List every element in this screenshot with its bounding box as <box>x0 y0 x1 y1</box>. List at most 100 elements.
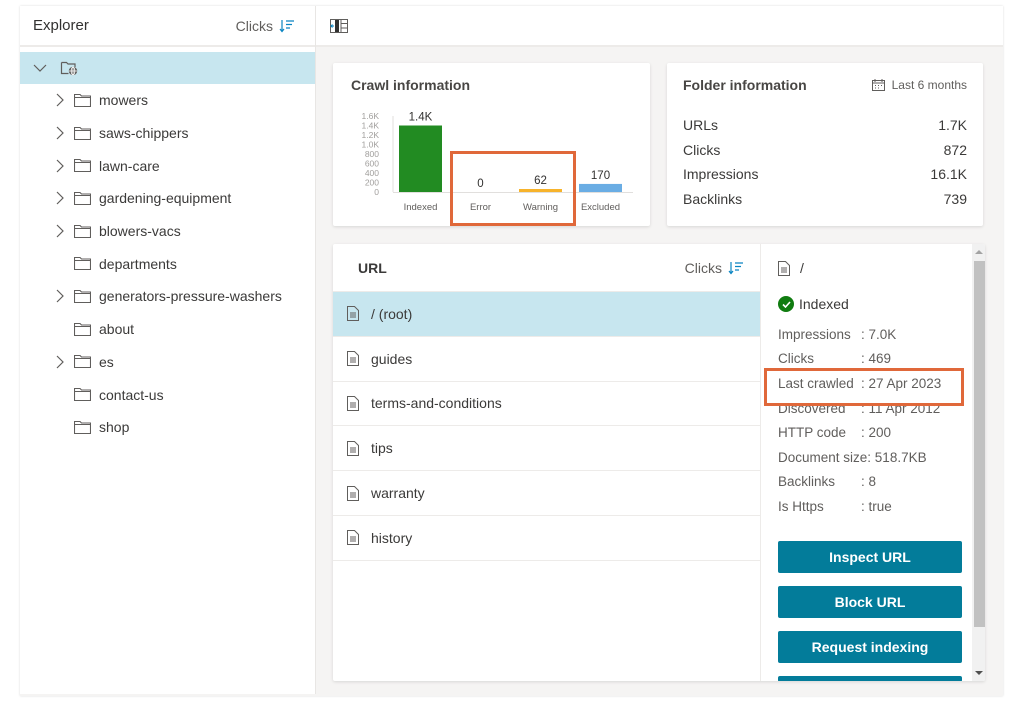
explorer-sort-button[interactable]: Clicks <box>236 18 295 34</box>
index-status: Indexed <box>778 296 972 312</box>
y-tick-label: 0 <box>374 187 379 197</box>
bar-value-label: 1.4K <box>409 112 433 124</box>
tree-item[interactable]: about <box>20 313 315 346</box>
tree-item[interactable]: gardening-equipment <box>20 182 315 215</box>
scroll-thumb[interactable] <box>974 261 985 627</box>
folder-info-row: Backlinks 739 <box>683 187 967 212</box>
property-value: : 11 Apr 2012 <box>861 400 941 416</box>
explorer-panel: Explorer Clicks mowers saws-chippers lawn-… <box>20 6 316 694</box>
property-key: Impressions <box>778 326 851 342</box>
folder-info-value: 739 <box>943 190 967 207</box>
detail-path: / <box>778 258 972 278</box>
folder-tree: mowers saws-chippers lawn-care gardening-eq… <box>20 52 315 444</box>
bar-indexed[interactable] <box>399 125 442 193</box>
folder-icon <box>73 93 92 107</box>
url-row-label: guides <box>371 350 413 367</box>
bar-excluded[interactable] <box>579 183 622 192</box>
detail-scrollbar[interactable] <box>972 244 985 681</box>
folder-info-row: URLs 1.7K <box>683 113 967 138</box>
url-row[interactable]: terms-and-conditions <box>333 382 760 427</box>
url-row-label: tips <box>371 440 393 457</box>
tree-item[interactable]: shop <box>20 411 315 444</box>
tree-item[interactable]: contact-us <box>20 378 315 411</box>
url-row[interactable]: tips <box>333 426 760 472</box>
block-url-button[interactable]: Block URL <box>778 585 962 618</box>
document-icon <box>778 260 790 276</box>
additional-action-button[interactable] <box>778 675 962 681</box>
folder-info-label: Impressions <box>683 166 759 183</box>
folder-icon <box>73 387 92 402</box>
document-icon <box>347 306 359 322</box>
tree-item[interactable]: saws-chippers <box>20 117 315 150</box>
tree-item[interactable]: es <box>20 346 315 379</box>
document-icon <box>347 440 359 456</box>
request-indexing-button[interactable]: Request indexing <box>778 630 962 663</box>
folder-info-value: 16.1K <box>930 166 967 183</box>
folder-info-row: Impressions 16.1K <box>683 162 967 187</box>
folder-icon <box>73 126 92 140</box>
sort-descending-icon <box>279 19 295 33</box>
detail-property-row: Backlinks: 8 <box>778 470 972 495</box>
tree-item[interactable]: mowers <box>20 84 315 117</box>
url-row[interactable]: history <box>333 516 760 561</box>
bar-value-label: 62 <box>534 175 547 187</box>
collapse-pane-icon[interactable] <box>330 18 348 33</box>
folder-info-list: URLs 1.7K Clicks 872 Impressions 16.1K Backlin… <box>683 113 967 211</box>
detail-properties: Impressions: 7.0K Clicks: 469 Last crawled… <box>778 322 972 519</box>
chevron-right-icon[interactable] <box>52 125 68 141</box>
property-value: : 200 <box>861 425 892 441</box>
calendar-icon <box>871 79 885 91</box>
property-value: : 469 <box>861 351 892 367</box>
url-sort-button[interactable]: Clicks <box>685 260 744 276</box>
folder-icon <box>73 322 92 336</box>
bar-value-label: 0 <box>477 178 483 190</box>
document-icon <box>347 485 359 501</box>
property-key: Is Https <box>778 498 824 514</box>
tree-root[interactable] <box>20 52 315 84</box>
content-toolbar <box>316 6 1003 47</box>
chevron-right-icon[interactable] <box>52 223 68 239</box>
chevron-right-icon[interactable] <box>52 190 68 206</box>
detail-property-row: Document size: 518.7KB <box>778 445 972 470</box>
chevron-right-icon[interactable] <box>52 92 68 108</box>
url-row[interactable]: warranty <box>333 471 760 516</box>
bar-value-label: 170 <box>591 170 610 182</box>
chevron-right-icon[interactable] <box>52 288 68 304</box>
app-window: Explorer Clicks mowers saws-chippers lawn-… <box>20 6 1003 696</box>
property-value: : 518.7KB <box>867 449 927 465</box>
detail-property-row: Impressions: 7.0K <box>778 322 972 347</box>
crawl-bar-chart: 02004006008001.0K1.2K1.4K1.6K 1.4KIndexed… <box>362 111 633 213</box>
property-key: Discovered <box>778 400 846 416</box>
folder-information-title: Folder information <box>683 77 807 93</box>
chevron-right-icon[interactable] <box>52 354 68 370</box>
folder-icon <box>73 257 92 271</box>
inspect-url-button[interactable]: Inspect URL <box>778 540 962 573</box>
property-value: : 27 Apr 2023 <box>861 375 942 391</box>
tree-item[interactable]: generators-pressure-washers <box>20 280 315 313</box>
period-selector[interactable]: Last 6 months <box>871 78 967 92</box>
url-row[interactable]: guides <box>333 337 760 382</box>
tree-item[interactable]: blowers-vacs <box>20 215 315 248</box>
tree-item[interactable]: departments <box>20 247 315 280</box>
detail-path-text: / <box>800 260 804 276</box>
sort-label: Clicks <box>235 17 273 34</box>
detail-property-row: Discovered : 11 Apr 2012 <box>778 396 972 421</box>
bar-warning[interactable] <box>519 189 562 192</box>
folder-info-value: 1.7K <box>938 117 967 134</box>
url-list: URL Clicks / (root) guides terms-and-condi… <box>333 244 761 681</box>
tree-item[interactable]: lawn-care <box>20 149 315 182</box>
explorer-title: Explorer <box>33 17 89 34</box>
url-row[interactable]: / (root) <box>333 292 760 337</box>
tree-item-label: mowers <box>99 92 149 109</box>
chevron-right-icon[interactable] <box>52 158 68 174</box>
folder-globe-icon <box>60 59 80 77</box>
x-category-label: Indexed <box>404 202 438 213</box>
url-list-header: URL Clicks <box>333 244 760 292</box>
scroll-up-arrow-icon[interactable] <box>975 250 983 254</box>
property-key: HTTP code <box>778 425 847 441</box>
chevron-down-icon[interactable] <box>32 60 48 76</box>
tree-item-label: blowers-vacs <box>99 223 181 240</box>
tree-item-label: about <box>99 321 135 338</box>
scroll-down-arrow-icon[interactable] <box>975 671 983 675</box>
url-row-label: terms-and-conditions <box>371 395 502 412</box>
